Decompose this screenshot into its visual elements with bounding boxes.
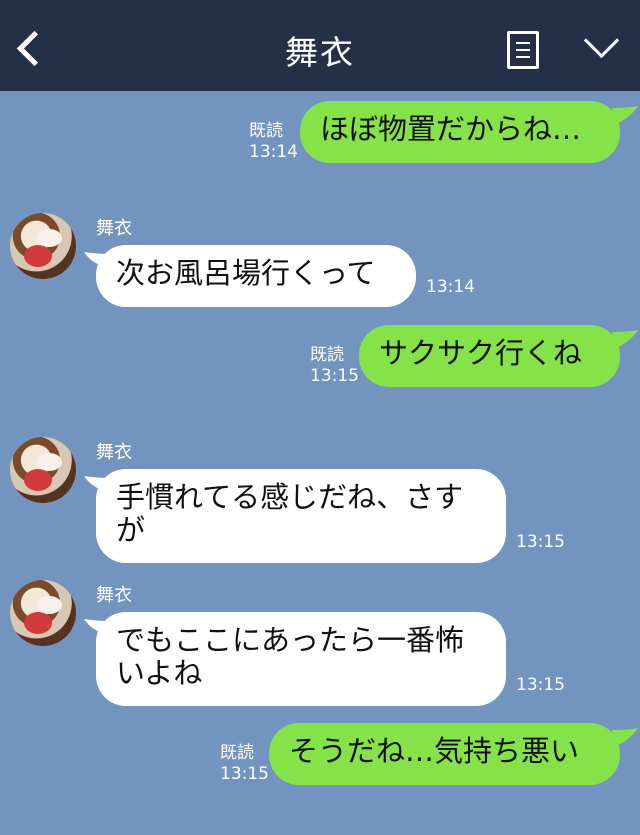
message-text-line: が [116,513,146,547]
message-text: 次お風呂場行くって [116,256,376,290]
bubble-tail [612,330,638,348]
message-meta: 既読 13:15 [220,743,269,785]
sender-name: 舞衣 [96,442,132,463]
timestamp: 13:14 [249,142,298,162]
message-meta: 既読 13:15 [310,345,359,387]
timestamp: 13:14 [426,277,475,297]
read-receipt: 既読 [310,345,344,365]
bubble-tail [612,106,638,124]
message-text: サクサク行くね [379,336,583,370]
message-bubble-mine[interactable]: ほぼ物置だからね… [300,101,620,163]
read-receipt: 既読 [249,121,283,141]
sender-name: 舞衣 [96,218,132,239]
chat-title: 舞衣 [285,33,355,72]
timestamp: 13:15 [516,675,565,695]
message-bubble-mine[interactable]: そうだね…気持ち悪い [269,723,620,785]
message-bubble-theirs[interactable]: 手慣れてる感じだね、さす が [96,469,506,563]
avatar[interactable] [10,213,76,279]
timestamp: 13:15 [310,366,359,386]
message-text-line: でもここにあったら一番怖 [116,623,465,657]
read-receipt: 既読 [220,743,254,763]
avatar[interactable] [10,437,76,503]
bubble-tail [612,728,638,746]
message-text: ほぼ物置だからね… [320,112,582,146]
message-bubble-mine[interactable]: サクサク行くね [359,325,620,387]
sender-name: 舞衣 [96,585,132,606]
message-meta: 既読 13:14 [249,121,298,163]
timestamp: 13:15 [220,764,269,784]
chat-header: 舞衣 [0,0,640,91]
message-bubble-theirs[interactable]: 次お風呂場行くって [96,245,416,307]
avatar[interactable] [10,580,76,646]
message-text-line: 手慣れてる感じだね、さす [116,480,464,514]
notes-icon[interactable] [507,31,539,69]
message-text: そうだね…気持ち悪い [289,734,580,768]
timestamp: 13:15 [516,532,565,552]
message-text-line: いよね [116,656,203,690]
message-bubble-theirs[interactable]: でもここにあったら一番怖 いよね [96,612,506,706]
